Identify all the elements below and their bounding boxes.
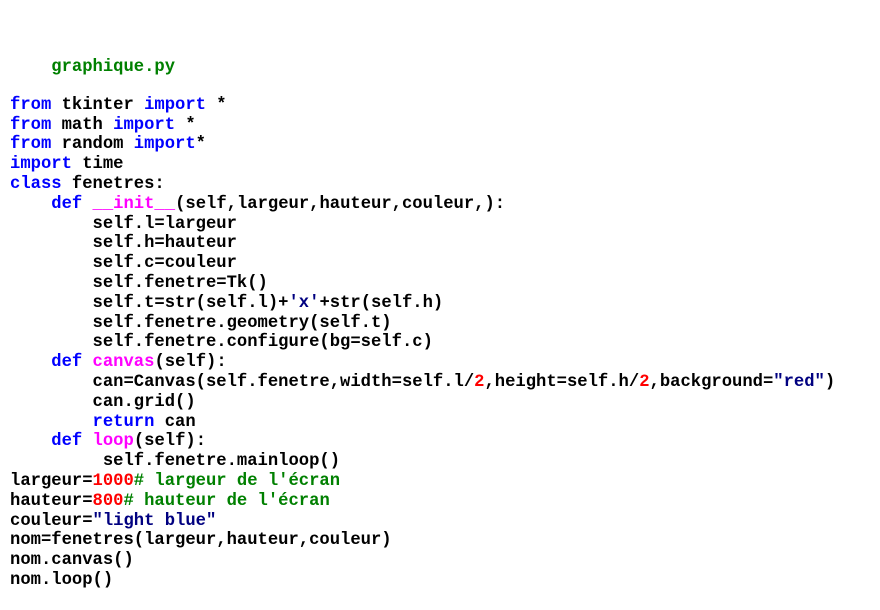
code-line: self.l=largeur (10, 215, 876, 235)
keyword-token: return (92, 412, 155, 432)
code-line: return can (10, 413, 876, 433)
code-token: couleur= (10, 511, 93, 531)
code-line: can.grid() (10, 393, 876, 413)
code-line: from math import * (10, 116, 876, 136)
string-token: "light blue" (92, 511, 217, 531)
code-line: import time (10, 155, 876, 175)
filename: graphique.py (51, 57, 176, 77)
code-token: self.l=largeur (10, 214, 237, 234)
code-line: nom.loop() (10, 571, 876, 591)
code-token: tkinter (51, 95, 145, 115)
keyword-token: def (51, 353, 83, 373)
comment-token: # largeur de l'écran (133, 471, 341, 491)
code-token: self.t=str(self.l)+ (10, 293, 289, 313)
comment-token: # hauteur de l'écran (123, 491, 330, 511)
keyword-token: import (133, 135, 196, 155)
code-line: from random import* (10, 135, 876, 155)
number-token: 2 (474, 372, 485, 392)
function-name-token: canvas (92, 353, 155, 373)
keyword-token: import (144, 95, 206, 115)
code-line: def loop(self): (10, 432, 876, 452)
function-name-token: loop (92, 432, 134, 452)
code-lines: from tkinter import * from math import * f… (10, 96, 876, 591)
code-token: * (195, 135, 206, 155)
code-token: self.fenetre.configure(bg=self.c) (10, 333, 433, 353)
function-name-token: __init__ (92, 194, 176, 214)
keyword-token: from (10, 115, 52, 135)
code-token: +str(self.h) (319, 293, 444, 313)
code-token: can (154, 412, 196, 432)
keyword-token: import (10, 155, 72, 175)
keyword-token: class (10, 174, 62, 194)
filename-line: graphique.py (10, 38, 876, 77)
code-line: self.fenetre.configure(bg=self.c) (10, 333, 876, 353)
code-line: def canvas(self): (10, 353, 876, 373)
code-token: can=Canvas(self.fenetre,width=self.l/ (10, 372, 475, 392)
number-token: 2 (639, 372, 650, 392)
code-token: * (205, 95, 227, 115)
code-token: largeur= (10, 471, 93, 491)
code-token: random (51, 135, 134, 155)
code-line: nom=fenetres(largeur,hauteur,couleur) (10, 531, 876, 551)
code-token: self.fenetre=Tk() (10, 273, 268, 293)
keyword-token: def (51, 194, 83, 214)
code-line: self.h=hauteur (10, 234, 876, 254)
code-token: hauteur= (10, 491, 93, 511)
code-line: self.fenetre.mainloop() (10, 452, 876, 472)
code-line: can=Canvas(self.fenetre,width=self.l/2,h… (10, 373, 876, 393)
code-token: (self): (133, 432, 207, 452)
code-token: (self,largeur,hauteur,couleur,): (175, 194, 506, 214)
code-token: self.fenetre.mainloop() (10, 452, 341, 472)
code-token: self.c=couleur (10, 254, 237, 274)
code-token: nom.canvas() (10, 551, 134, 571)
code-line: self.fenetre.geometry(self.t) (10, 314, 876, 334)
code-line: nom.canvas() (10, 551, 876, 571)
keyword-token: def (51, 432, 83, 452)
code-token: ) (824, 372, 836, 392)
code-line: couleur="light blue" (10, 512, 876, 532)
string-token: 'x' (288, 293, 320, 313)
code-token: ,height=self.h/ (484, 372, 640, 392)
code-editor[interactable]: graphique.py from tkinter import * from m… (10, 0, 876, 590)
code-token: time (71, 155, 124, 175)
code-line: self.t=str(self.l)+'x'+str(self.h) (10, 294, 876, 314)
code-line: hauteur=800# hauteur de l'écran (10, 492, 876, 512)
code-line: largeur=1000# largeur de l'écran (10, 472, 876, 492)
number-token: 800 (92, 491, 124, 511)
code-token: can.grid() (10, 392, 196, 412)
code-token: nom.loop() (10, 570, 114, 590)
keyword-token: import (113, 115, 176, 135)
keyword-token: from (10, 135, 52, 155)
code-line: def __init__(self,largeur,hauteur,couleu… (10, 195, 876, 215)
code-token: fenetres: (61, 174, 165, 194)
code-line: self.fenetre=Tk() (10, 274, 876, 294)
code-token: self.fenetre.geometry(self.t) (10, 313, 392, 333)
code-token: * (175, 115, 196, 135)
number-token: 1000 (92, 471, 134, 491)
code-line: self.c=couleur (10, 254, 876, 274)
code-line: class fenetres: (10, 175, 876, 195)
code-token: ,background= (649, 372, 774, 392)
code-token: (self): (154, 353, 227, 373)
code-line: from tkinter import * (10, 96, 876, 116)
code-token: math (51, 115, 114, 135)
string-token: "red" (773, 372, 825, 392)
code-token: nom=fenetres(largeur,hauteur,couleur) (10, 531, 392, 551)
keyword-token: from (10, 95, 52, 115)
code-token: self.h=hauteur (10, 234, 237, 254)
